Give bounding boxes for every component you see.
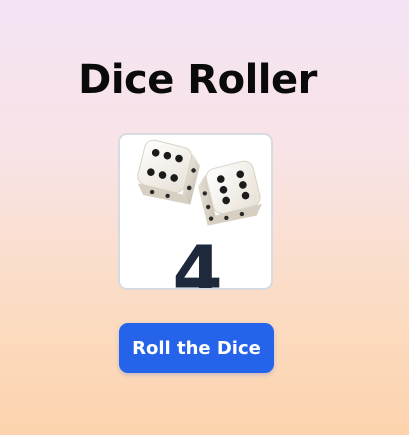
roll-dice-button[interactable]: Roll the Dice — [119, 323, 274, 373]
die-right — [198, 160, 263, 226]
page-title: Dice Roller — [78, 57, 317, 103]
dice-display-card: 4 — [118, 133, 273, 290]
two-dice-icon — [137, 139, 263, 226]
dice-result-value: 4 — [172, 230, 223, 290]
die-left — [137, 139, 200, 205]
